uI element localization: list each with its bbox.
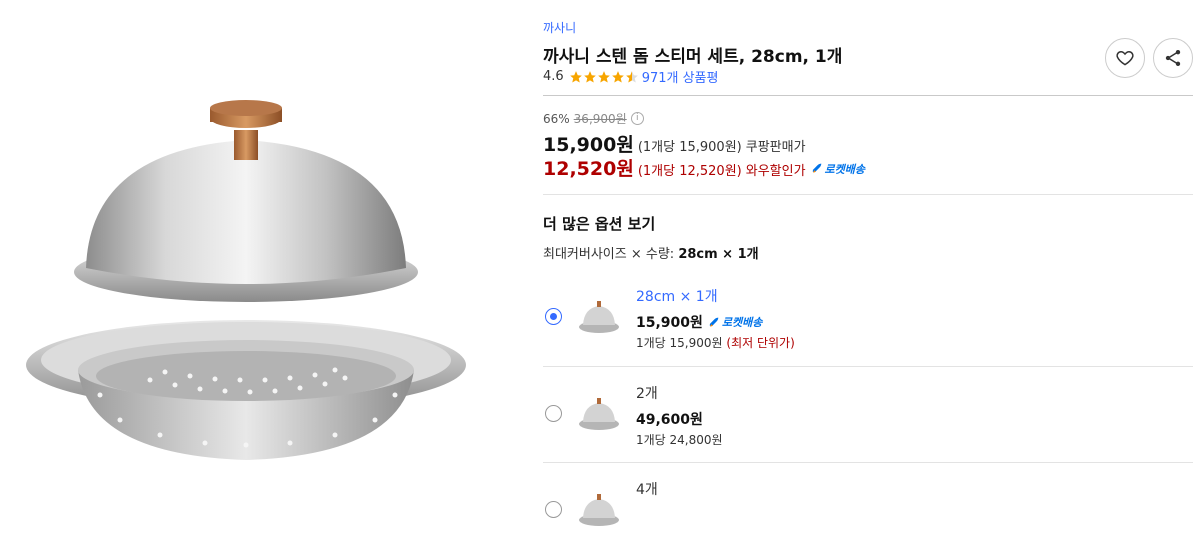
- option-name: 28cm × 1개: [636, 289, 718, 305]
- option-unit-price: 1개당 15,900원 (최저 단위가): [636, 334, 795, 351]
- option-thumbnail: [579, 494, 619, 526]
- divider: [543, 95, 1193, 96]
- sale-price: 15,900원: [543, 134, 634, 156]
- wow-price: 12,520원: [543, 158, 634, 180]
- product-main-image: [0, 0, 500, 501]
- option-radio[interactable]: [545, 501, 562, 518]
- review-count-link[interactable]: 971개 상품평: [642, 67, 719, 86]
- rocket-icon: [709, 317, 719, 327]
- rocket-delivery-label: 로켓배송: [721, 316, 763, 329]
- option-item[interactable]: 28cm × 1개 15,900원 로켓배송 1개당 15,900원 (최저 단…: [543, 270, 1193, 366]
- rating-stars: [569, 70, 639, 84]
- rocket-delivery-badge: 로켓배송: [811, 161, 865, 177]
- star-icon: [597, 70, 610, 83]
- wow-price-label: 와우할인가: [745, 164, 806, 179]
- divider: [543, 194, 1193, 195]
- star-icon: [583, 70, 596, 83]
- more-options-title: 더 많은 옵션 보기: [543, 215, 656, 233]
- option-summary-value: 28cm × 1개: [678, 247, 759, 262]
- share-icon: [1165, 50, 1181, 66]
- half-star-icon: [625, 70, 638, 83]
- option-price: 49,600원: [636, 412, 703, 428]
- option-radio[interactable]: [545, 308, 562, 325]
- option-summary-label: 최대커버사이즈 × 수량:: [543, 247, 679, 262]
- wow-unit-price: (1개당 12,520원): [637, 164, 742, 179]
- option-item[interactable]: 4개: [543, 462, 1193, 559]
- rating-value: 4.6: [543, 69, 564, 84]
- star-icon: [569, 70, 582, 83]
- sale-price-label: 쿠팡판매가: [745, 140, 806, 155]
- option-thumbnail: [579, 301, 619, 333]
- product-title: 까사니 스텐 돔 스티머 세트, 28cm, 1개: [543, 47, 843, 67]
- discount-rate: 66%: [543, 111, 570, 126]
- product-detail-panel: 까사니 까사니 스텐 돔 스티머 세트, 28cm, 1개 4.6 971개 상…: [543, 0, 1204, 526]
- rating-row: 4.6 971개 상품평: [543, 67, 718, 86]
- sale-price-row: 15,900원 (1개당 15,900원) 쿠팡판매가: [543, 130, 806, 157]
- option-item[interactable]: 2개 49,600원 1개당 24,800원: [543, 366, 1193, 463]
- heart-icon: [1116, 50, 1134, 66]
- rocket-delivery-label: 로켓배송: [824, 162, 866, 176]
- rocket-delivery-badge: 로켓배송: [708, 314, 762, 330]
- option-summary: 최대커버사이즈 × 수량: 28cm × 1개: [543, 243, 759, 262]
- share-button[interactable]: [1153, 38, 1193, 78]
- option-name: 2개: [636, 386, 658, 402]
- wishlist-button[interactable]: [1105, 38, 1145, 78]
- discount-row: 66% 36,900원 i: [543, 110, 644, 127]
- original-price: 36,900원: [573, 112, 627, 126]
- sale-unit-price: (1개당 15,900원): [637, 140, 742, 155]
- option-price: 15,900원: [636, 315, 703, 331]
- option-name: 4개: [636, 482, 658, 498]
- brand-link[interactable]: 까사니: [543, 19, 576, 36]
- lowest-unit-note: (최저 단위가): [726, 336, 795, 350]
- info-icon[interactable]: i: [630, 112, 644, 125]
- option-unit-price: 1개당 24,800원: [636, 433, 723, 447]
- wow-price-row: 12,520원 (1개당 12,520원) 와우할인가 로켓배송: [543, 154, 865, 181]
- option-thumbnail: [579, 398, 619, 430]
- option-radio[interactable]: [545, 405, 562, 422]
- option-price-row: 15,900원 로켓배송: [636, 312, 762, 332]
- star-icon: [611, 70, 624, 83]
- unit-price-text: 1개당 15,900원: [636, 336, 723, 350]
- rocket-icon: [812, 163, 821, 173]
